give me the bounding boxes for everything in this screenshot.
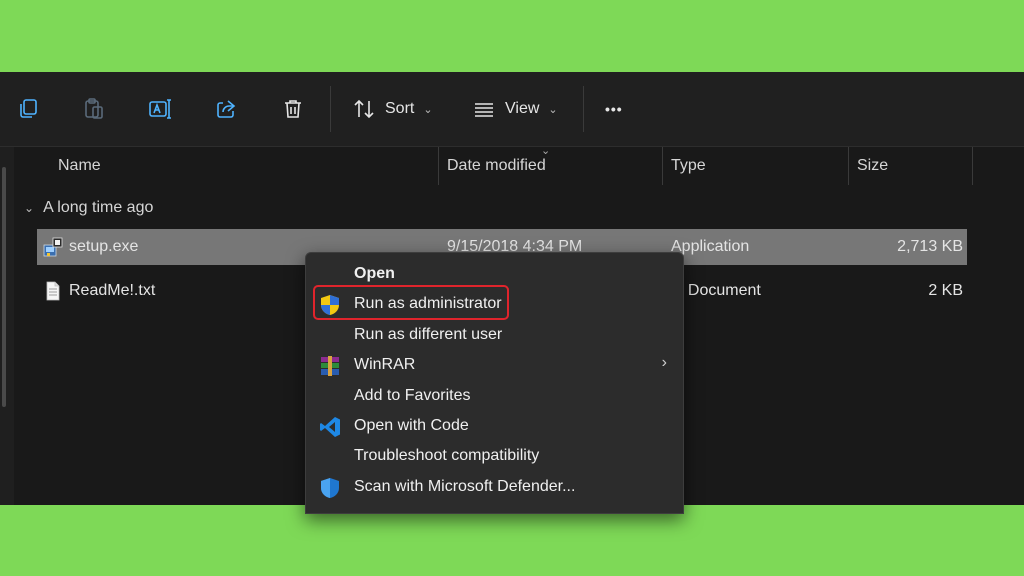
column-divider[interactable]	[972, 147, 973, 185]
menu-item-winrar[interactable]: WinRAR ›	[306, 350, 683, 380]
column-type-label: Type	[671, 157, 706, 174]
chevron-down-icon: ⌄	[423, 103, 433, 116]
chevron-down-icon: ⌄	[24, 201, 35, 215]
view-list-icon	[475, 103, 493, 117]
group-header[interactable]: ⌄ A long time ago	[24, 199, 153, 217]
menu-item-troubleshoot-compatibility[interactable]: Troubleshoot compatibility	[306, 441, 683, 471]
view-label: View	[505, 100, 540, 117]
column-header-size[interactable]: Size	[857, 147, 888, 185]
sort-indicator-icon: ⌄	[541, 145, 551, 157]
menu-item-label: Run as different user	[354, 326, 503, 343]
menu-item-add-to-favorites[interactable]: Add to Favorites	[306, 381, 683, 411]
menu-item-label: Add to Favorites	[354, 387, 471, 404]
column-size-label: Size	[857, 157, 889, 174]
text-file-icon	[46, 281, 60, 301]
file-size: 2,713 KB	[897, 238, 963, 255]
menu-item-run-as-different-user[interactable]: Run as different user	[306, 320, 683, 350]
vscode-icon	[320, 417, 340, 437]
paste-button[interactable]	[82, 91, 108, 127]
share-icon	[217, 100, 236, 118]
paste-icon	[85, 98, 103, 119]
menu-item-label: Scan with Microsoft Defender...	[354, 478, 576, 495]
copy-button[interactable]	[16, 91, 42, 127]
column-divider[interactable]	[662, 147, 663, 185]
defender-shield-icon	[321, 478, 339, 498]
rename-icon	[149, 99, 171, 119]
more-icon: •••	[605, 101, 623, 117]
menu-item-label: Open	[354, 265, 395, 282]
rename-button[interactable]	[148, 91, 174, 127]
chevron-right-icon: ›	[661, 354, 667, 371]
menu-item-label: Open with Code	[354, 417, 469, 434]
command-bar: Sort ⌄ View ⌄ •••	[0, 72, 1024, 147]
column-divider[interactable]	[438, 147, 439, 185]
column-name-label: Name	[58, 157, 101, 174]
file-type: xt Document	[671, 282, 761, 299]
column-date-label: Date modified	[447, 157, 546, 174]
toolbar-separator	[330, 86, 331, 132]
column-headers: Name Date modified Type Size	[14, 147, 1024, 185]
menu-item-scan-with-defender[interactable]: Scan with Microsoft Defender...	[306, 472, 683, 502]
toolbar-separator	[583, 86, 584, 132]
sort-label: Sort	[385, 100, 415, 117]
trash-icon	[285, 100, 301, 118]
red-highlight-box	[313, 285, 509, 320]
column-header-name[interactable]: Name	[58, 147, 101, 185]
copy-icon	[20, 99, 37, 118]
file-size: 2 KB	[928, 282, 963, 299]
share-button[interactable]	[215, 91, 241, 127]
file-name: ReadMe!.txt	[69, 282, 156, 299]
column-divider[interactable]	[848, 147, 849, 185]
winrar-icon	[321, 356, 339, 376]
more-options-button[interactable]: •••	[605, 91, 623, 127]
sort-button[interactable]: Sort ⌄	[352, 91, 433, 127]
chevron-down-icon: ⌄	[548, 103, 558, 116]
view-button[interactable]: View ⌄	[472, 91, 558, 127]
file-name: setup.exe	[69, 238, 139, 255]
delete-button[interactable]	[281, 91, 307, 127]
column-header-type[interactable]: Type	[671, 147, 706, 185]
menu-item-open-with-code[interactable]: Open with Code	[306, 411, 683, 441]
menu-item-label: Troubleshoot compatibility	[354, 447, 540, 464]
group-label: A long time ago	[43, 199, 154, 216]
menu-item-label: WinRAR	[354, 356, 416, 373]
scrollbar[interactable]	[2, 167, 6, 407]
sort-icon	[354, 99, 374, 119]
column-header-date[interactable]: Date modified	[447, 147, 546, 185]
setup-exe-icon	[43, 237, 63, 257]
